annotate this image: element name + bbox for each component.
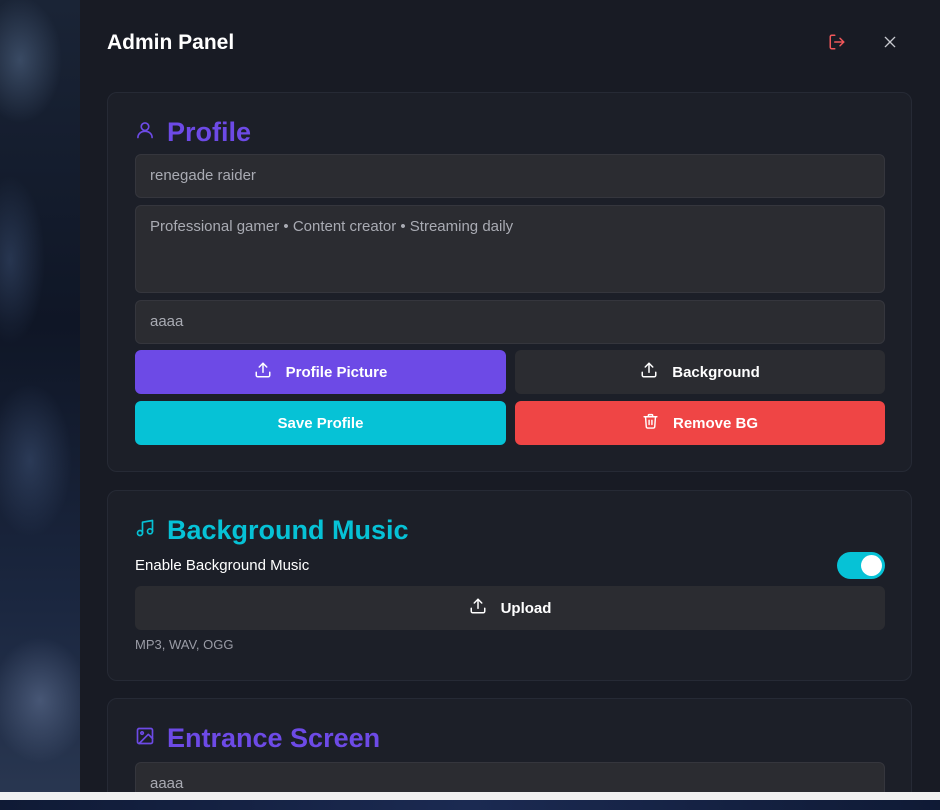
- profile-text-value: aaaa: [150, 313, 184, 330]
- user-icon: [135, 117, 155, 148]
- desktop-background: [0, 0, 80, 810]
- music-heading: Background Music: [135, 515, 409, 546]
- upload-music-button[interactable]: Upload: [135, 586, 885, 630]
- entrance-text-value: aaaa: [150, 775, 184, 792]
- close-button[interactable]: [878, 32, 902, 56]
- upload-icon: [254, 361, 272, 383]
- music-note-icon: [135, 515, 155, 546]
- music-title: Background Music: [167, 515, 409, 545]
- remove-bg-label: Remove BG: [672, 414, 759, 432]
- window-separator: [0, 792, 940, 800]
- bio-value: Professional gamer • Content creator • S…: [150, 218, 514, 235]
- profile-picture-label: Profile Picture: [285, 363, 388, 381]
- display-name-field[interactable]: renegade raider: [135, 154, 885, 198]
- upload-icon: [469, 597, 487, 619]
- logout-button[interactable]: [825, 32, 849, 56]
- save-profile-button[interactable]: Save Profile: [135, 401, 506, 445]
- profile-title: Profile: [167, 117, 252, 147]
- page-title: Admin Panel: [107, 31, 235, 54]
- trash-icon: [642, 412, 659, 434]
- enable-music-toggle[interactable]: [837, 552, 885, 579]
- formats-hint: MP3, WAV, OGG: [135, 637, 234, 652]
- entrance-screen-section: Entrance Screen aaaa: [107, 698, 912, 792]
- admin-panel: Admin Panel Profile renegade raider Prof…: [80, 0, 940, 792]
- profile-text-field[interactable]: aaaa: [135, 300, 885, 344]
- entrance-heading: Entrance Screen: [135, 723, 380, 754]
- bio-field[interactable]: Professional gamer • Content creator • S…: [135, 205, 885, 293]
- upload-background-button[interactable]: Background: [515, 350, 885, 394]
- background-label: Background: [672, 363, 760, 381]
- remove-background-button[interactable]: Remove BG: [515, 401, 885, 445]
- entrance-title: Entrance Screen: [167, 723, 381, 753]
- save-profile-label: Save Profile: [277, 414, 364, 432]
- upload-music-label: Upload: [500, 599, 552, 617]
- toggle-knob: [861, 555, 882, 576]
- image-icon: [135, 723, 155, 754]
- upload-icon: [640, 361, 658, 383]
- enable-music-label: Enable Background Music: [135, 557, 310, 574]
- entrance-text-field[interactable]: aaaa: [135, 762, 885, 792]
- background-music-section: Background Music Enable Background Music…: [107, 490, 912, 681]
- logout-icon: [828, 33, 846, 56]
- taskbar: [0, 800, 940, 810]
- close-icon: [882, 34, 898, 55]
- profile-section: Profile renegade raider Professional gam…: [107, 92, 912, 472]
- display-name-value: renegade raider: [150, 167, 256, 184]
- profile-heading: Profile: [135, 117, 251, 148]
- upload-profile-picture-button[interactable]: Profile Picture: [135, 350, 506, 394]
